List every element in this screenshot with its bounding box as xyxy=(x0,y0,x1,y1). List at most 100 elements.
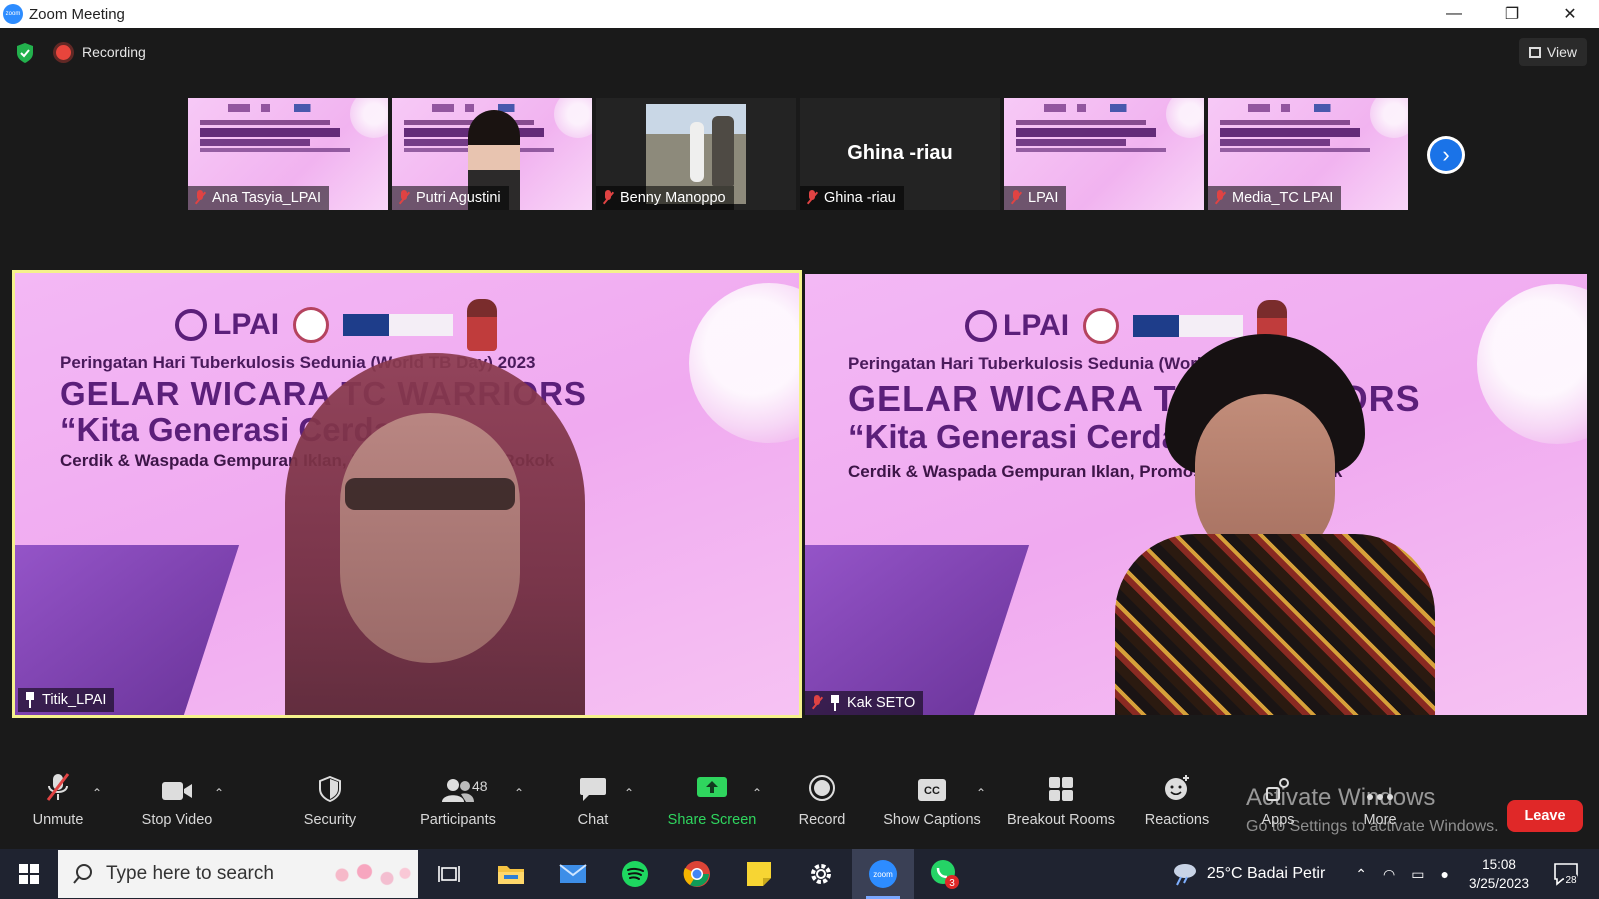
speaker-video xyxy=(1115,334,1435,715)
participant-name: Ghina -riau xyxy=(824,190,896,206)
security-button[interactable]: Security xyxy=(294,768,366,848)
participant-name: Media_TC LPAI xyxy=(1232,190,1334,206)
taskbar-task-view[interactable] xyxy=(418,849,480,899)
participant-thumbnail[interactable]: Ghina -riau Ghina -riau xyxy=(800,98,1000,210)
recording-dot-icon xyxy=(56,45,71,60)
video-tile[interactable]: LPAI Peringatan Hari Tuberkulosis Seduni… xyxy=(805,274,1587,715)
apps-icon xyxy=(1265,768,1291,808)
chrome-icon xyxy=(683,861,710,887)
unmute-button[interactable]: Unmute xyxy=(22,768,94,848)
mic-muted-icon xyxy=(1214,190,1226,206)
participants-options-chevron-icon[interactable]: ⌃ xyxy=(514,786,524,800)
taskbar-chrome[interactable] xyxy=(666,849,728,899)
participant-thumbnail[interactable]: Benny Manoppo xyxy=(596,98,796,210)
nameplate: Kak SETO xyxy=(805,691,924,715)
notification-center-button[interactable]: 28 xyxy=(1541,849,1599,899)
next-page-button[interactable]: › xyxy=(1427,136,1465,174)
taskbar-search-input[interactable]: Type here to search xyxy=(58,850,418,898)
share-options-chevron-icon[interactable]: ⌃ xyxy=(752,786,762,800)
system-tray: 25°C Badai Petir ⌃ ◠ ▭ ● 15:08 3/25/2023… xyxy=(1169,849,1599,899)
participants-button[interactable]: Participants xyxy=(408,768,508,848)
participant-name: Ana Tasyia_LPAI xyxy=(212,190,322,206)
audio-options-chevron-icon[interactable]: ⌃ xyxy=(92,786,102,800)
mic-muted-icon xyxy=(398,190,410,206)
participant-thumbnail[interactable]: Media_TC LPAI xyxy=(1208,98,1408,210)
view-label: View xyxy=(1546,44,1577,60)
spotify-icon xyxy=(622,861,648,887)
meeting-area: Recording View Ana Tasyia_LPAI Putri Agu… xyxy=(0,28,1599,848)
svg-text:zoom: zoom xyxy=(873,870,893,879)
record-button[interactable]: Record xyxy=(794,768,850,848)
mic-muted-icon xyxy=(1010,190,1022,206)
start-button[interactable] xyxy=(0,849,58,899)
window-title: Zoom Meeting xyxy=(29,5,125,23)
record-icon xyxy=(808,768,836,808)
taskbar-whatsapp[interactable]: 3 xyxy=(914,849,976,899)
partner-logo xyxy=(1083,308,1120,344)
share-screen-icon xyxy=(696,768,728,808)
taskbar-spotify[interactable] xyxy=(604,849,666,899)
search-decoration xyxy=(324,858,414,892)
captions-options-chevron-icon[interactable]: ⌃ xyxy=(976,786,986,800)
participant-name: Titik_LPAI xyxy=(42,692,107,708)
share-screen-button[interactable]: Share Screen xyxy=(662,768,762,848)
view-button[interactable]: View xyxy=(1518,38,1587,66)
participants-label: Participants xyxy=(420,812,496,828)
apps-button[interactable]: Apps xyxy=(1250,768,1306,848)
lpai-logo: LPAI xyxy=(175,308,279,342)
close-button[interactable]: ✕ xyxy=(1541,0,1599,28)
chat-button[interactable]: Chat xyxy=(568,768,618,848)
more-button[interactable]: More xyxy=(1354,768,1406,848)
more-dots-icon xyxy=(1366,768,1394,808)
mail-icon xyxy=(559,864,587,883)
share-screen-label: Share Screen xyxy=(667,812,757,828)
whatsapp-badge: 3 xyxy=(949,878,955,889)
record-label: Record xyxy=(798,812,846,828)
security-label: Security xyxy=(303,812,357,828)
taskbar-mail[interactable] xyxy=(542,849,604,899)
breakout-rooms-button[interactable]: Breakout Rooms xyxy=(1004,768,1118,848)
taskbar-clock[interactable]: 15:08 3/25/2023 xyxy=(1469,855,1529,893)
microphone-icon[interactable]: ● xyxy=(1440,866,1448,882)
folder-icon xyxy=(498,866,524,884)
chevron-right-icon: › xyxy=(1430,139,1462,171)
clock-time: 15:08 xyxy=(1482,857,1516,872)
recording-label[interactable]: Recording xyxy=(82,44,146,60)
wifi-icon[interactable]: ◠ xyxy=(1383,866,1395,883)
taskbar-zoom[interactable]: zoom xyxy=(852,849,914,899)
participant-thumbnail[interactable]: LPAI xyxy=(1004,98,1204,210)
chat-options-chevron-icon[interactable]: ⌃ xyxy=(624,786,634,800)
participant-name: LPAI xyxy=(1028,190,1059,206)
participant-thumbnail[interactable]: Putri Agustini xyxy=(392,98,592,210)
mic-muted-icon xyxy=(806,190,818,206)
chat-bubble-icon xyxy=(579,768,607,808)
reactions-button[interactable]: Reactions xyxy=(1142,768,1212,848)
meeting-topbar: Recording View xyxy=(0,28,1599,78)
minimize-button[interactable]: — xyxy=(1425,0,1483,28)
leave-button[interactable]: Leave xyxy=(1507,800,1583,832)
participant-thumbnail[interactable]: Ana Tasyia_LPAI xyxy=(188,98,388,210)
svg-text:CC: CC xyxy=(924,785,940,797)
windows-logo-icon xyxy=(19,864,39,884)
stop-video-button[interactable]: Stop Video xyxy=(132,768,222,848)
restore-button[interactable]: ❐ xyxy=(1483,0,1541,28)
participant-name: Kak SETO xyxy=(847,695,916,711)
taskbar-file-explorer[interactable] xyxy=(480,849,542,899)
show-captions-label: Show Captions xyxy=(883,812,981,828)
clock-date: 3/25/2023 xyxy=(1468,876,1529,891)
windows-taskbar: Type here to search zoom 3 25°C Badai Pe… xyxy=(0,849,1599,899)
battery-icon[interactable]: ▭ xyxy=(1411,866,1424,883)
notification-count: 28 xyxy=(1565,875,1577,886)
weather-text: 25°C Badai Petir xyxy=(1206,865,1326,882)
zoom-logo-icon: zoom xyxy=(3,4,23,24)
weather-widget[interactable]: 25°C Badai Petir xyxy=(1169,861,1325,887)
video-options-chevron-icon[interactable]: ⌃ xyxy=(214,786,224,800)
video-tile-active-speaker[interactable]: LPAI Peringatan Hari Tuberkulosis Seduni… xyxy=(12,270,802,718)
taskbar-settings[interactable] xyxy=(790,849,852,899)
show-captions-button[interactable]: CC Show Captions xyxy=(880,768,984,848)
security-shield-icon[interactable] xyxy=(15,42,35,64)
taskbar-sticky-notes[interactable] xyxy=(728,849,790,899)
pin-icon xyxy=(829,695,841,711)
unmute-label: Unmute xyxy=(32,812,84,828)
chevron-up-icon[interactable]: ⌃ xyxy=(1355,866,1367,883)
